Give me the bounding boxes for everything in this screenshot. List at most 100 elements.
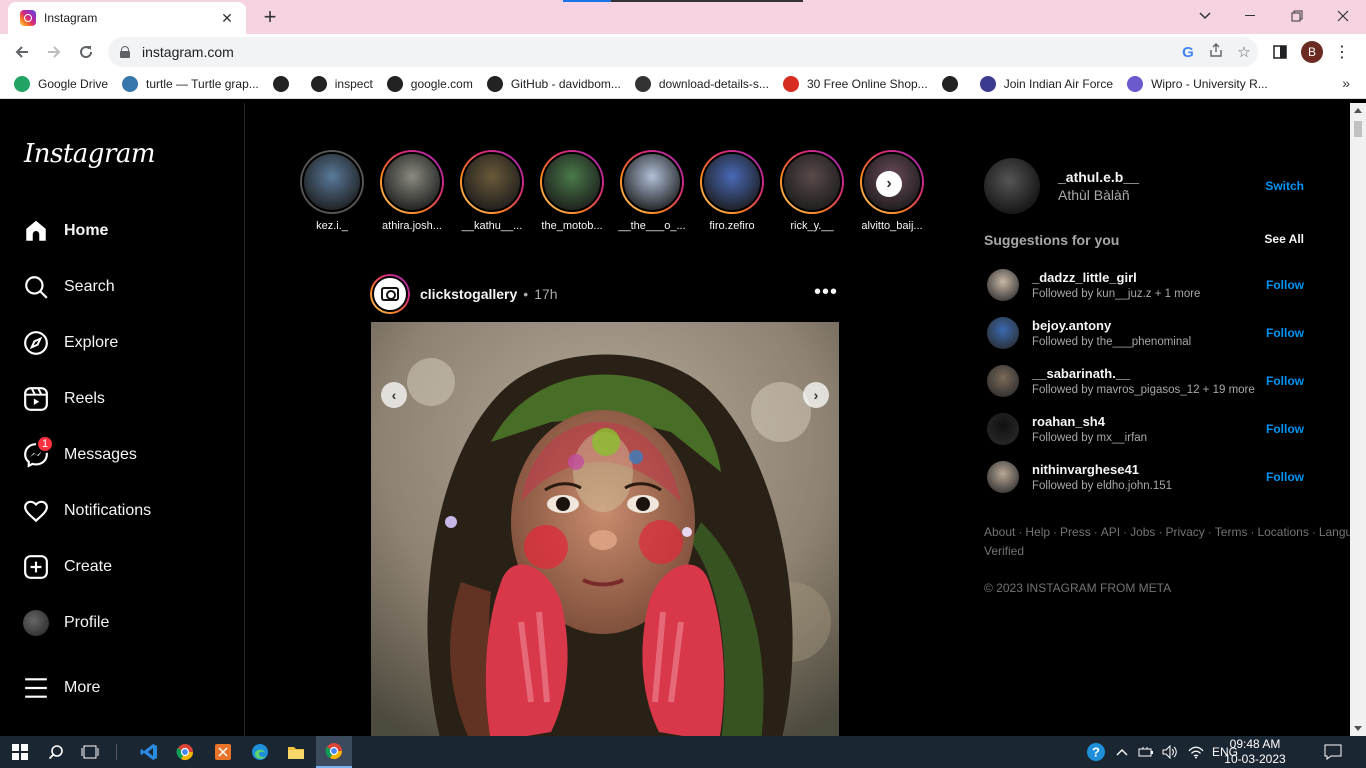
bookmark-item[interactable]: GitHub - davidbom... <box>486 76 621 92</box>
nav-explore[interactable]: Explore <box>22 327 118 359</box>
suggestion-avatar[interactable] <box>987 413 1019 445</box>
chrome-running-icon[interactable] <box>316 736 352 768</box>
account-avatar[interactable] <box>984 158 1040 214</box>
notifications-center-icon[interactable] <box>1324 736 1342 768</box>
suggestion-username[interactable]: bejoy.antony <box>1032 318 1266 333</box>
story-item[interactable]: rick_y.__ <box>772 150 852 232</box>
follow-button[interactable]: Follow <box>1266 374 1304 388</box>
url-text[interactable]: instagram.com <box>142 44 1174 60</box>
follow-button[interactable]: Follow <box>1266 326 1304 340</box>
google-lens-icon[interactable]: G <box>1174 44 1202 61</box>
follow-button[interactable]: Follow <box>1266 470 1304 484</box>
follow-button[interactable]: Follow <box>1266 422 1304 436</box>
more-options-icon[interactable]: ••• <box>814 281 838 304</box>
post-username[interactable]: clickstogallery <box>420 286 517 302</box>
instagram-logo[interactable]: Instagram <box>24 139 156 169</box>
app-icon-orange[interactable] <box>205 736 241 768</box>
nav-search[interactable]: Search <box>22 271 115 303</box>
follow-button[interactable]: Follow <box>1266 278 1304 292</box>
side-panel-icon[interactable] <box>1268 38 1292 66</box>
footer-link[interactable]: About <box>984 525 1015 539</box>
suggestion-avatar[interactable] <box>987 365 1019 397</box>
story-item[interactable]: kez.i._ <box>292 150 372 232</box>
suggestion-avatar[interactable] <box>987 269 1019 301</box>
story-item[interactable]: __kathu__... <box>452 150 532 232</box>
page-scrollbar[interactable] <box>1350 103 1366 736</box>
share-icon[interactable] <box>1202 42 1230 62</box>
bookmark-item[interactable]: 30 Free Online Shop... <box>782 76 928 92</box>
bookmark-item[interactable]: inspect <box>310 76 373 92</box>
story-item[interactable]: firo.zefiro <box>692 150 772 232</box>
address-bar[interactable]: instagram.com G ☆ <box>108 37 1258 67</box>
bookmark-item[interactable]: Wipro - University R... <box>1127 76 1268 92</box>
browser-tab-instagram[interactable]: Instagram ✕ <box>8 2 246 34</box>
forward-button[interactable] <box>40 38 68 66</box>
bookmarks-overflow-icon[interactable]: » <box>1342 75 1350 91</box>
suggestion-avatar[interactable] <box>987 317 1019 349</box>
suggestion-username[interactable]: _dadzz_little_girl <box>1032 270 1266 285</box>
stories-next-button[interactable]: › <box>876 171 902 197</box>
nav-profile[interactable]: Profile <box>22 607 109 639</box>
story-item[interactable]: athira.josh... <box>372 150 452 232</box>
bookmark-item[interactable]: turtle — Turtle grap... <box>122 76 259 92</box>
footer-link[interactable]: Jobs <box>1130 525 1155 539</box>
battery-icon[interactable] <box>1138 736 1156 768</box>
footer-link[interactable]: API <box>1101 525 1120 539</box>
tray-chevron-icon[interactable] <box>1116 736 1128 768</box>
vscode-icon[interactable] <box>131 736 167 768</box>
nav-reels[interactable]: Reels <box>22 383 105 415</box>
suggestion-avatar[interactable] <box>987 461 1019 493</box>
story-item[interactable]: the_motob... <box>532 150 612 232</box>
footer-link[interactable]: Language <box>1319 525 1350 539</box>
scroll-down-arrow[interactable] <box>1354 726 1362 731</box>
help-icon[interactable]: ? <box>1086 736 1106 768</box>
switch-account-button[interactable]: Switch <box>1265 179 1304 193</box>
suggestion-username[interactable]: nithinvarghese41 <box>1032 462 1266 477</box>
see-all-button[interactable]: See All <box>1264 232 1304 248</box>
wifi-icon[interactable] <box>1188 736 1204 768</box>
file-explorer-icon[interactable] <box>278 736 314 768</box>
back-button[interactable] <box>8 38 36 66</box>
bookmark-item[interactable]: Join Indian Air Force <box>979 76 1113 92</box>
nav-messages[interactable]: 1 Messages <box>22 435 137 471</box>
close-tab-icon[interactable]: ✕ <box>218 10 236 27</box>
footer-link[interactable]: Press <box>1060 525 1091 539</box>
bookmark-item[interactable] <box>272 76 297 92</box>
task-view-icon[interactable] <box>72 736 108 768</box>
carousel-prev-button[interactable]: ‹ <box>381 382 407 408</box>
volume-icon[interactable] <box>1162 736 1178 768</box>
close-window-button[interactable] <box>1320 2 1366 30</box>
carousel-next-button[interactable]: › <box>803 382 829 408</box>
nav-create[interactable]: Create <box>22 551 112 583</box>
chrome-icon[interactable] <box>167 736 203 768</box>
post-author-avatar[interactable] <box>370 274 410 314</box>
scroll-up-arrow[interactable] <box>1354 108 1362 113</box>
suggestion-username[interactable]: roahan_sh4 <box>1032 414 1266 429</box>
nav-notifications[interactable]: Notifications <box>22 495 151 527</box>
start-button[interactable] <box>2 736 38 768</box>
post-timestamp[interactable]: 17h <box>534 286 557 302</box>
lock-icon[interactable] <box>120 46 130 58</box>
profile-avatar[interactable]: B <box>1300 38 1324 66</box>
story-item[interactable]: __the___o_... <box>612 150 692 232</box>
edge-icon[interactable] <box>242 736 278 768</box>
footer-link[interactable]: Terms <box>1215 525 1248 539</box>
tab-search-chevron-icon[interactable] <box>1182 2 1228 30</box>
reload-button[interactable] <box>72 38 100 66</box>
taskbar-clock[interactable]: 09:48 AM 10-03-2023 <box>1222 737 1288 767</box>
bookmark-item[interactable]: Google Drive <box>14 76 108 92</box>
menu-kebab-icon[interactable]: ⋮ <box>1334 38 1350 66</box>
account-username[interactable]: _athul.e.b__ <box>1058 169 1139 185</box>
footer-link[interactable]: Privacy <box>1165 525 1204 539</box>
new-tab-button[interactable]: + <box>258 4 282 30</box>
bookmark-star-icon[interactable]: ☆ <box>1230 43 1258 61</box>
taskbar-search-icon[interactable] <box>38 736 74 768</box>
footer-link[interactable]: Help <box>1025 525 1050 539</box>
suggestion-username[interactable]: __sabarinath.__ <box>1032 366 1266 381</box>
post-image[interactable] <box>371 322 839 736</box>
restore-button[interactable] <box>1274 2 1320 30</box>
minimize-button[interactable] <box>1228 2 1274 30</box>
nav-more[interactable]: More <box>22 672 100 704</box>
bookmark-item[interactable] <box>941 76 966 92</box>
scrollbar-thumb[interactable] <box>1354 121 1362 137</box>
